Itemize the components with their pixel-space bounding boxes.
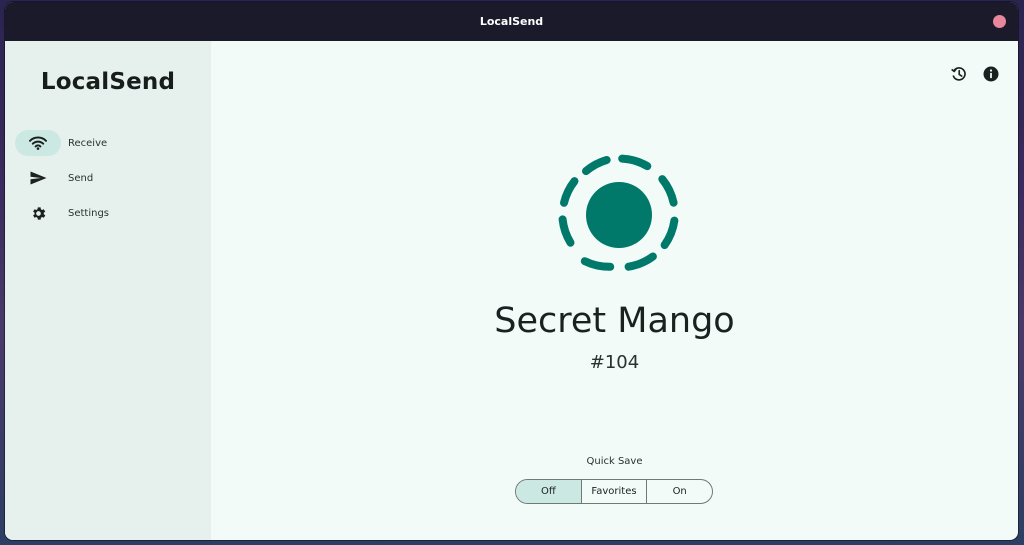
window-title: LocalSend [479, 15, 544, 28]
sidebar-item-send[interactable]: Send [15, 164, 197, 192]
settings-pill [15, 200, 61, 226]
sidebar-item-label: Receive [68, 137, 108, 149]
sidebar-item-settings[interactable]: Settings [15, 199, 197, 227]
history-button[interactable] [948, 63, 970, 85]
send-pill [15, 165, 61, 191]
close-window-button[interactable] [993, 15, 1006, 28]
history-icon [951, 67, 966, 81]
quick-save-toggle: Off Favorites On [515, 479, 713, 504]
app-name: LocalSend [40, 69, 176, 95]
info-button[interactable] [980, 63, 1002, 85]
quick-save-on-option[interactable]: On [646, 480, 712, 503]
info-icon [983, 66, 999, 82]
sidebar-item-label: Settings [68, 207, 110, 219]
title-bar: LocalSend [5, 2, 1018, 41]
device-name: Secret Mango [494, 301, 735, 341]
app-window: LocalSend LocalSend Receive Send Setting… [5, 2, 1018, 540]
wifi-icon [29, 136, 47, 150]
quick-save-favorites-option[interactable]: Favorites [580, 480, 647, 503]
quick-save-label: Quick Save [586, 456, 643, 467]
localsend-logo [558, 154, 679, 271]
device-id: #104 [589, 352, 640, 373]
sidebar-item-label: Send [68, 172, 94, 184]
main-content: Secret Mango #104 Quick Save Off Favorit… [211, 41, 1018, 540]
sidebar-item-receive[interactable]: Receive [15, 129, 197, 157]
gear-icon [32, 206, 45, 220]
sidebar: LocalSend Receive Send Settings [5, 41, 211, 540]
send-icon [30, 171, 46, 185]
receive-pill [15, 130, 61, 156]
quick-save-off-option[interactable]: Off [516, 480, 581, 503]
